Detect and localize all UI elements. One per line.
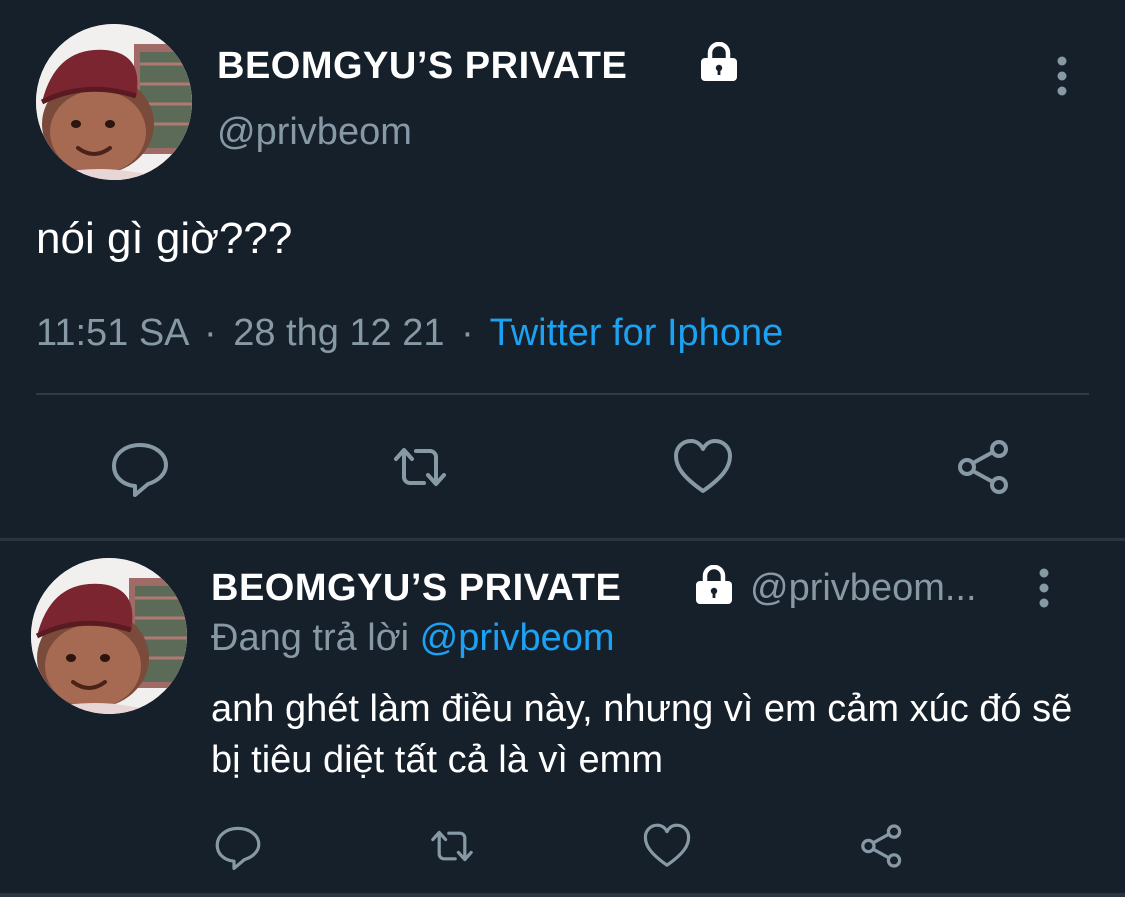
share-button[interactable]	[954, 437, 1014, 497]
meta-separator: ·	[204, 312, 217, 354]
reply-button[interactable]	[214, 822, 262, 870]
main-tweet[interactable]: BEOMGYU’S PRIVATE @privbeom nói gì giờ??…	[0, 0, 1125, 538]
tweet-text: anh ghét làm điều này, nhưng vì em cảm x…	[211, 688, 1073, 781]
display-name[interactable]: BEOMGYU’S PRIVATE	[217, 45, 627, 88]
divider	[36, 393, 1089, 395]
replying-to: Đang trả lời @privbeom	[211, 617, 615, 660]
tweet-text: nói gì giờ???	[36, 214, 293, 263]
avatar[interactable]	[31, 558, 187, 714]
like-button[interactable]	[643, 822, 691, 870]
share-icon	[858, 822, 906, 870]
tweet-meta: 11:51 SA · 28 thg 12 21 · Twitter for Ip…	[36, 312, 783, 355]
divider	[0, 893, 1125, 897]
retweet-icon	[428, 822, 476, 870]
reply-icon	[110, 437, 170, 497]
meta-separator: ·	[461, 312, 474, 354]
display-name[interactable]: BEOMGYU’S PRIVATE	[211, 567, 621, 610]
more-vertical-icon[interactable]	[1051, 55, 1073, 97]
replying-label: Đang trả lời	[211, 617, 410, 659]
avatar[interactable]	[36, 24, 192, 180]
retweet-button[interactable]	[390, 437, 450, 497]
like-button[interactable]	[673, 437, 733, 497]
retweet-icon	[390, 437, 450, 497]
mention-link[interactable]: @privbeom	[420, 617, 615, 659]
heart-icon	[673, 437, 733, 497]
divider	[0, 538, 1125, 541]
retweet-button[interactable]	[428, 822, 476, 870]
reply-icon	[214, 822, 262, 870]
user-handle[interactable]: @privbeom...	[750, 567, 977, 610]
share-icon	[954, 437, 1014, 497]
reply-button[interactable]	[110, 437, 170, 497]
tweet-time: 11:51 SA	[36, 312, 188, 354]
user-handle[interactable]: @privbeom	[217, 111, 412, 154]
share-button[interactable]	[858, 822, 906, 870]
lock-icon	[693, 565, 735, 605]
more-vertical-icon[interactable]	[1033, 567, 1055, 609]
tweet-date: 28 thg 12 21	[233, 312, 445, 354]
tweet-source-link[interactable]: Twitter for Iphone	[490, 312, 784, 354]
lock-icon	[698, 42, 740, 82]
tweet-thread: BEOMGYU’S PRIVATE @privbeom nói gì giờ??…	[0, 0, 1125, 897]
heart-icon	[643, 822, 691, 870]
